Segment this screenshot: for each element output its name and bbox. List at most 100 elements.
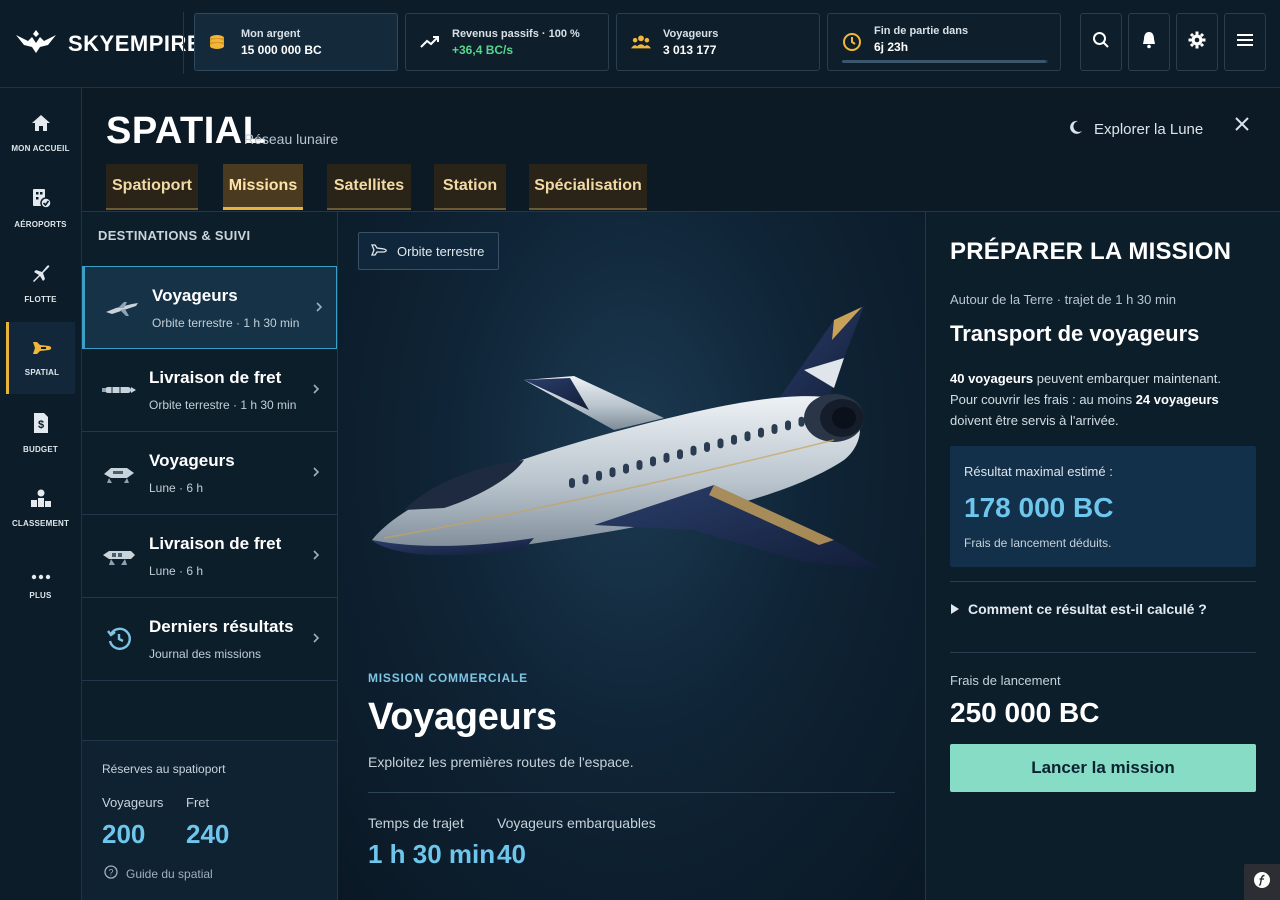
lunar-shuttle-icon [100,458,138,488]
budget-icon: $ [32,412,50,439]
brand[interactable]: SKYEMPIRE [14,24,202,64]
settings-button[interactable] [1176,13,1218,71]
tab-specialisation[interactable]: Spécialisation [529,164,647,210]
stat-label: Revenus passifs · 100 % [452,27,580,40]
chevron-right-icon [312,382,322,396]
list-item-title: Voyageurs [152,286,238,305]
how-label: Comment ce résultat est-il calculé ? [968,601,1207,617]
list-item[interactable]: Derniers résultats Journal des missions [82,598,337,681]
money-stat[interactable]: Mon argent 15 000 000 BC [194,13,398,71]
income-stat[interactable]: Revenus passifs · 100 % +36,4 BC/s [405,13,609,71]
text: Pour couvrir les frais : au moins [950,392,1136,407]
list-item[interactable]: Livraison de fret Lune · 6 h [82,515,337,598]
airport-icon [30,187,52,214]
list-item[interactable]: Livraison de fret Orbite terrestre · 1 h… [82,349,337,432]
framework-badge[interactable] [1244,864,1280,900]
divider [183,12,184,74]
list-item-subtitle: Journal des missions [149,647,262,661]
result-label: Résultat maximal estimé : [964,464,1113,479]
brand-title: SKYEMPIRE [68,31,203,56]
reserves-voyageurs-value: 200 [102,819,146,849]
how-calculated-toggle[interactable]: Comment ce résultat est-il calculé ? [950,601,1207,617]
capacity-value: 40 [497,839,526,869]
orbit-chip[interactable]: Orbite terrestre [358,232,500,270]
stat-label: Fin de partie dans [874,24,969,37]
rail-item-airports[interactable]: AÉROPORTS [6,172,75,244]
rail-item-home[interactable]: MON ACCUEIL [6,97,75,169]
launch-mission-button[interactable]: Lancer la mission [950,744,1256,792]
stat-value: 6j 23h [874,39,909,54]
list-item-subtitle: Lune · 6 h [149,564,204,578]
gear-icon [1188,31,1206,54]
close-icon [1234,116,1250,137]
reserves-panel: Réserves au spatioport Voyageurs Fret 20… [82,740,337,900]
rail-item-more[interactable]: PLUS [6,547,75,619]
chevron-right-icon [312,465,322,479]
rail-item-fleet[interactable]: FLOTTE [6,247,75,319]
stat-value: 3 013 177 [663,42,717,57]
travelers-stat[interactable]: Voyageurs 3 013 177 [616,13,820,71]
mission-kicker: MISSION COMMERCIALE [368,671,528,685]
divider [950,652,1256,653]
guide-label: Guide du spatial [126,866,213,881]
rail-item-ranking[interactable]: CLASSEMENT [6,472,75,544]
divider [950,581,1256,582]
mission-description: Exploitez les premières routes de l'espa… [368,754,634,770]
history-icon [100,624,138,654]
reserves-voyageurs-label: Voyageurs [102,795,164,810]
symfony-icon [1253,871,1271,894]
caret-right-icon [950,601,960,617]
explore-moon-link[interactable]: Explorer la Lune [1068,119,1203,139]
prepare-heading: Transport de voyageurs [950,321,1200,346]
endgame-progress-fill [842,60,1046,63]
divider [368,792,895,793]
stat-value: 15 000 000 BC [241,42,322,57]
menu-button[interactable] [1224,13,1266,71]
shuttle-icon [371,243,387,259]
destinations-panel: DESTINATIONS & SUIVI Voyageurs Orbite te… [82,212,338,900]
text: doivent être servis à l'arrivée. [950,413,1119,428]
endgame-progress-bar [842,60,1048,63]
search-button[interactable] [1080,13,1122,71]
list-item[interactable]: Voyageurs Lune · 6 h [82,432,337,515]
trend-up-icon [420,32,440,52]
explore-label: Explorer la Lune [1094,120,1204,138]
list-item-subtitle: Orbite terrestre · 1 h 30 min [152,316,300,330]
spaceplane-icon [103,293,141,323]
menu-icon [1237,33,1253,52]
search-icon [1092,31,1110,54]
help-circle-icon: ? [104,865,118,882]
lunar-cargo-icon [100,541,138,571]
rail-item-spatial[interactable]: SPATIAL [6,322,75,394]
chevron-right-icon [315,300,325,314]
more-dots-icon [31,567,51,585]
travel-time-label: Temps de trajet [368,815,464,831]
orbit-chip-label: Orbite terrestre [397,243,485,259]
endgame-stat[interactable]: Fin de partie dans 6j 23h [827,13,1061,71]
destinations-heading: DESTINATIONS & SUIVI [98,228,251,243]
bold-count: 40 voyageurs [950,371,1034,386]
chevron-right-icon [312,548,322,562]
list-item[interactable]: Voyageurs Orbite terrestre · 1 h 30 min [82,266,337,349]
close-button[interactable] [1230,114,1254,138]
cargo-rocket-icon [100,375,138,405]
tab-station[interactable]: Station [434,164,506,210]
guide-link[interactable]: ? Guide du spatial [104,865,213,882]
mission-title: Voyageurs [368,696,557,738]
home-icon [31,113,51,138]
tab-spatioport[interactable]: Spatioport [106,164,198,210]
rail-label: CLASSEMENT [11,519,70,528]
mission-hero: Orbite terrestre MISSION COMMERCIALE Voy… [338,212,926,900]
notifications-button[interactable] [1128,13,1170,71]
tab-satellites[interactable]: Satellites [327,164,411,210]
shuttle-icon [31,339,53,362]
moon-icon [1068,119,1084,139]
list-item-title: Livraison de fret [149,368,282,387]
stat-label: Mon argent [241,27,301,40]
svg-text:?: ? [108,868,113,878]
tab-missions[interactable]: Missions [223,164,303,210]
estimated-result-box: Résultat maximal estimé : 178 000 BC Fra… [950,446,1256,567]
rail-item-budget[interactable]: $ BUDGET [6,397,75,469]
reserves-fret-value: 240 [186,819,230,849]
rail-label: BUDGET [23,445,58,454]
